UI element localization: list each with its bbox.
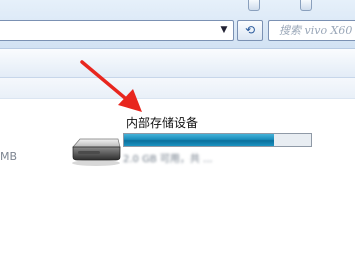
search-input[interactable]: 搜索 vivo X60 [268,20,355,41]
minimize-button[interactable] [248,0,260,11]
drive-free-space: 2.0 GB 可用，共 ... [123,150,213,165]
capacity-bar [123,133,312,147]
search-placeholder: 搜索 vivo X60 [279,24,353,37]
details-header [0,78,355,99]
command-toolbar [0,48,355,78]
address-bar[interactable]: ▼ [0,20,234,41]
drive-name: 内部存储设备 [126,116,199,130]
window-controls [0,0,355,11]
window-titlebar: ▼ ⟲ 搜索 vivo X60 [0,0,355,48]
chevron-down-icon[interactable]: ▼ [217,23,231,38]
refresh-button[interactable]: ⟲ [237,20,263,41]
left-item-size: MB [0,150,18,163]
drive-free-space-text: 2.0 GB 可用，共 ... [123,154,213,165]
capacity-bar-fill [124,134,274,146]
maximize-button[interactable] [300,0,312,11]
refresh-icon: ⟲ [244,23,256,37]
hard-drive-icon [72,138,121,166]
